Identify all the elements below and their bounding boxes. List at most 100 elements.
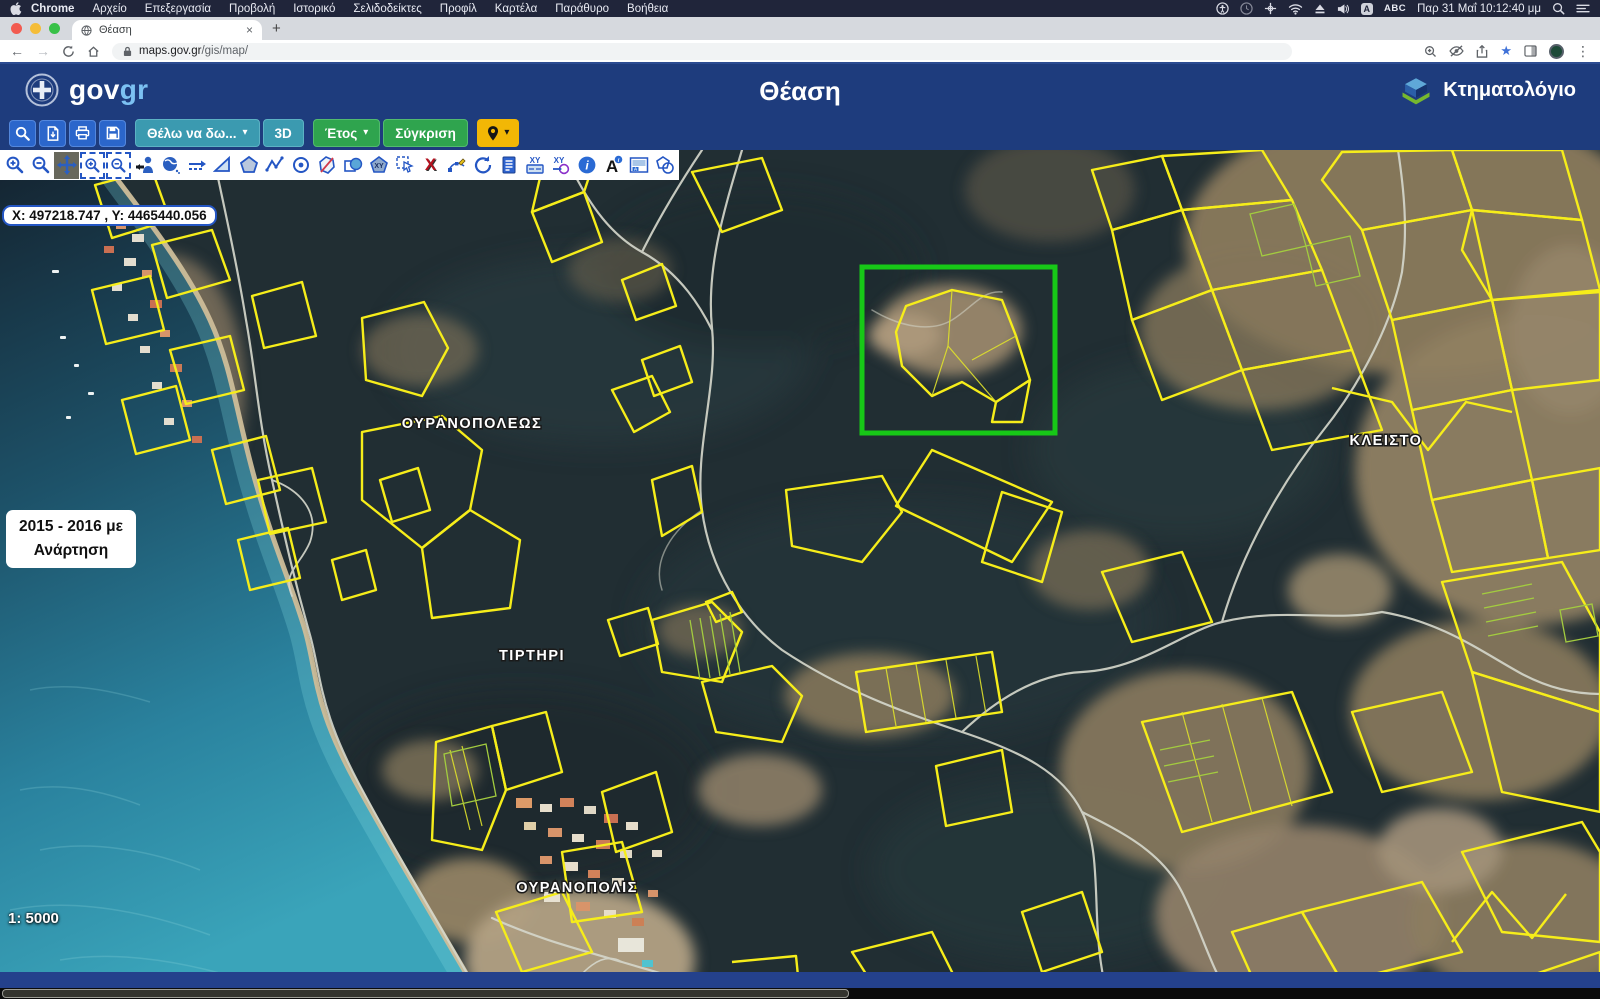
profile-avatar[interactable] — [1549, 44, 1564, 59]
wifi-icon[interactable] — [1288, 3, 1303, 15]
year-dropdown[interactable]: Έτος▾ — [313, 119, 380, 147]
polygon-xy-icon[interactable]: XY — [366, 152, 391, 179]
map-canvas[interactable]: ΟΥΡΑΝΟΠΟΛΕΩΣ ΤΙΡΤΗΡΙ ΟΥΡΑΝΟΠΟΛΙΣ ΚΛΕΙΣΤΟ — [0, 150, 1600, 999]
location-pin-dropdown[interactable]: ▾ — [477, 119, 519, 147]
accessibility-icon[interactable] — [1216, 2, 1229, 15]
window-minimize-button[interactable] — [30, 23, 41, 34]
window-zoom-button[interactable] — [49, 23, 60, 34]
share-icon[interactable] — [1476, 45, 1488, 58]
map-viewport: ΟΥΡΑΝΟΠΟΛΕΩΣ ΤΙΡΤΗΡΙ ΟΥΡΑΝΟΠΟΛΙΣ ΚΛΕΙΣΤΟ — [0, 150, 1600, 999]
zoom-window-in-icon[interactable] — [80, 152, 105, 179]
export-file-button[interactable] — [39, 120, 66, 147]
macos-menubar: Chrome Αρχείο Επεξεργασία Προβολή Ιστορι… — [0, 0, 1600, 17]
tab-title: Θέαση — [99, 24, 132, 36]
govgr-logo[interactable]: govgr — [24, 72, 148, 108]
input-source-icon[interactable]: A — [1361, 3, 1374, 15]
svg-text:XY: XY — [374, 163, 384, 170]
zoom-in-icon[interactable] — [2, 152, 27, 179]
clock-icon[interactable] — [1240, 2, 1253, 15]
password-eye-off-icon[interactable] — [1449, 45, 1464, 57]
refresh-icon[interactable] — [470, 152, 495, 179]
edit-vertices-icon[interactable] — [444, 152, 469, 179]
select-shapes-icon[interactable] — [340, 152, 365, 179]
previous-extent-icon[interactable] — [132, 152, 157, 179]
home-button[interactable] — [87, 45, 100, 58]
locate-icon[interactable] — [1264, 2, 1277, 15]
eject-icon[interactable] — [1314, 3, 1326, 15]
caret-down-icon: ▾ — [363, 128, 368, 138]
zoom-page-icon[interactable] — [1424, 45, 1437, 58]
menu-tab[interactable]: Καρτέλα — [486, 3, 546, 15]
caret-down-icon: ▾ — [243, 128, 248, 138]
menu-view[interactable]: Προβολή — [220, 3, 284, 15]
menubar-clock[interactable]: Παρ 31 Μαΐ 10:12:40 μμ — [1417, 3, 1541, 15]
location-pin-icon — [486, 125, 500, 142]
menu-edit[interactable]: Επεξεργασία — [136, 3, 220, 15]
ktimatologio-logo[interactable]: Κτηματολόγιο — [1399, 74, 1576, 106]
menu-profile[interactable]: Προφίλ — [431, 3, 486, 15]
bookmark-star-icon[interactable]: ★ — [1500, 43, 1512, 59]
org-name: Κτηματολόγιο — [1443, 79, 1576, 102]
info-icon[interactable]: i — [574, 152, 599, 179]
footer-bar — [0, 972, 1600, 988]
pan-tool-icon[interactable] — [54, 152, 79, 179]
volume-icon[interactable] — [1337, 3, 1350, 15]
browser-tab[interactable]: Θέαση × — [72, 20, 262, 40]
browser-menu-icon[interactable]: ⋮ — [1576, 44, 1590, 58]
want-to-see-dropdown[interactable]: Θέλω να δω...▾ — [135, 119, 260, 147]
goto-xy-icon[interactable]: XY — [548, 152, 573, 179]
draw-polyline-icon[interactable] — [262, 152, 287, 179]
delete-icon[interactable]: X — [418, 152, 443, 179]
menu-file[interactable]: Αρχείο — [83, 3, 135, 15]
spotlight-icon[interactable] — [1552, 2, 1565, 15]
site-security-lock-icon[interactable] — [123, 46, 132, 57]
menu-window[interactable]: Παράθυρο — [546, 3, 618, 15]
xy-card-icon[interactable]: XY — [522, 152, 547, 179]
label-window-icon[interactable]: A — [626, 152, 651, 179]
forward-button[interactable]: → — [36, 44, 50, 58]
menu-history[interactable]: Ιστορικό — [284, 3, 344, 15]
select-cursor-icon[interactable] — [392, 152, 417, 179]
caret-down-icon: ▾ — [504, 128, 509, 138]
measure-area-icon[interactable] — [210, 152, 235, 179]
search-button[interactable] — [9, 120, 36, 147]
new-tab-button[interactable]: + — [272, 20, 281, 37]
url-path: /gis/map/ — [201, 45, 248, 57]
map-place-label: ΚΛΕΙΣΤΟ — [1350, 433, 1423, 449]
full-extent-globe-icon[interactable] — [158, 152, 183, 179]
zoom-out-icon[interactable] — [28, 152, 53, 179]
back-button[interactable]: ← — [10, 44, 24, 58]
menu-bookmarks[interactable]: Σελιδοδείκτες — [344, 3, 430, 15]
page-title: Θέαση — [759, 76, 841, 107]
report-icon[interactable] — [496, 152, 521, 179]
apple-logo-icon[interactable] — [10, 2, 22, 15]
save-button[interactable] — [99, 120, 126, 147]
gis-toolstrip: XY X XY XY i — [0, 150, 679, 180]
map-scale-label: 1: 5000 — [8, 910, 59, 927]
threed-button[interactable]: 3D — [263, 119, 304, 147]
tab-close-icon[interactable]: × — [246, 23, 253, 37]
window-close-button[interactable] — [11, 23, 22, 34]
measure-distance-icon[interactable] — [184, 152, 209, 179]
svg-text:XY: XY — [553, 156, 564, 165]
control-center-icon[interactable] — [1576, 3, 1590, 14]
greek-emblem-icon — [24, 72, 60, 108]
zoom-window-out-icon[interactable] — [106, 152, 131, 179]
print-button[interactable] — [69, 120, 96, 147]
compare-button[interactable]: Σύγκριση — [383, 119, 468, 147]
address-bar[interactable]: maps.gov.gr/gis/map/ — [112, 43, 1292, 60]
brand-gov: gov — [69, 74, 120, 105]
menu-help[interactable]: Βοήθεια — [618, 3, 677, 15]
horizontal-scrollbar[interactable] — [2, 989, 849, 998]
attribute-info-icon[interactable]: Ai — [600, 152, 625, 179]
reload-button[interactable] — [62, 45, 75, 58]
draw-point-icon[interactable] — [288, 152, 313, 179]
survey-layer-label: 2015 - 2016 με Ανάρτηση — [6, 510, 136, 568]
menu-chrome[interactable]: Chrome — [22, 3, 83, 15]
spatial-query-icon[interactable] — [652, 152, 677, 179]
browser-tabstrip: Θέαση × + — [0, 17, 1600, 40]
draw-polygon-icon[interactable] — [236, 152, 261, 179]
split-polygon-icon[interactable] — [314, 152, 339, 179]
side-panel-icon[interactable] — [1524, 45, 1537, 57]
keyboard-layout-label[interactable]: ABC — [1384, 3, 1406, 14]
